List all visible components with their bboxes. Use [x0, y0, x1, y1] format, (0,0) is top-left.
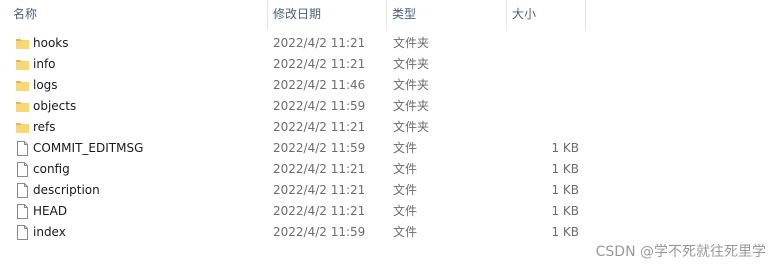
file-name: index — [33, 225, 66, 239]
file-icon — [15, 162, 30, 177]
file-modified-date: 2022/4/2 11:46 — [273, 78, 366, 92]
file-modified-date: 2022/4/2 11:59 — [273, 141, 366, 155]
file-row[interactable]: refs 2022/4/2 11:21 文件夹 — [0, 117, 780, 138]
column-header-name-label: 名称 — [13, 7, 38, 21]
folder-icon — [15, 36, 30, 51]
file-name: HEAD — [33, 204, 68, 218]
file-type: 文件 — [393, 183, 418, 197]
file-name: description — [33, 183, 100, 197]
file-size — [510, 54, 579, 75]
column-header-size[interactable]: 大小 — [507, 0, 586, 30]
file-row[interactable]: info 2022/4/2 11:21 文件夹 — [0, 54, 780, 75]
file-type: 文件 — [393, 141, 418, 155]
column-header-bar: ^ 名称 修改日期 类型 大小 — [0, 0, 780, 30]
file-size: 1 KB — [551, 204, 579, 218]
folder-icon — [15, 120, 30, 135]
file-name: config — [33, 162, 70, 176]
file-name: COMMIT_EDITMSG — [33, 141, 144, 155]
file-row[interactable]: objects 2022/4/2 11:59 文件夹 — [0, 96, 780, 117]
column-header-date[interactable]: 修改日期 — [268, 0, 387, 30]
file-name: info — [33, 57, 56, 71]
column-header-type-label: 类型 — [392, 7, 417, 21]
file-name: hooks — [33, 36, 69, 50]
file-type: 文件 — [393, 225, 418, 239]
file-icon — [15, 183, 30, 198]
file-row[interactable]: hooks 2022/4/2 11:21 文件夹 — [0, 33, 780, 54]
file-type: 文件 — [393, 204, 418, 218]
file-icon — [15, 141, 30, 156]
file-name: objects — [33, 99, 77, 113]
file-modified-date: 2022/4/2 11:21 — [273, 162, 366, 176]
file-icon — [15, 225, 30, 240]
column-header-date-label: 修改日期 — [273, 7, 322, 21]
watermark: CSDN @学不死就往死里学 — [595, 244, 766, 260]
folder-icon — [15, 99, 30, 114]
file-size: 1 KB — [551, 162, 579, 176]
file-size: 1 KB — [551, 183, 579, 197]
file-row[interactable]: index 2022/4/2 11:59 文件 1 KB — [0, 222, 780, 243]
file-icon — [15, 204, 30, 219]
file-modified-date: 2022/4/2 11:21 — [273, 204, 366, 218]
folder-icon — [15, 78, 30, 93]
file-modified-date: 2022/4/2 11:21 — [273, 120, 366, 134]
column-header-type[interactable]: 类型 — [387, 0, 507, 30]
file-type: 文件夹 — [393, 99, 430, 113]
file-size: 1 KB — [551, 141, 579, 155]
file-modified-date: 2022/4/2 11:59 — [273, 225, 366, 239]
file-name: refs — [33, 120, 56, 134]
file-name: logs — [33, 78, 58, 92]
file-row[interactable]: logs 2022/4/2 11:46 文件夹 — [0, 75, 780, 96]
file-size — [510, 33, 579, 54]
file-size — [510, 75, 579, 96]
file-modified-date: 2022/4/2 11:21 — [273, 183, 366, 197]
column-header-size-label: 大小 — [512, 7, 537, 21]
file-modified-date: 2022/4/2 11:59 — [273, 99, 366, 113]
file-type: 文件夹 — [393, 78, 430, 92]
folder-icon — [15, 57, 30, 72]
file-type: 文件夹 — [393, 120, 430, 134]
file-type: 文件 — [393, 162, 418, 176]
file-row[interactable]: description 2022/4/2 11:21 文件 1 KB — [0, 180, 780, 201]
file-row[interactable]: HEAD 2022/4/2 11:21 文件 1 KB — [0, 201, 780, 222]
file-type: 文件夹 — [393, 57, 430, 71]
file-size: 1 KB — [551, 225, 579, 239]
file-modified-date: 2022/4/2 11:21 — [273, 57, 366, 71]
file-size — [510, 96, 579, 117]
file-row[interactable]: config 2022/4/2 11:21 文件 1 KB — [0, 159, 780, 180]
file-list: hooks 2022/4/2 11:21 文件夹 info 2022/4/2 11:21… — [0, 33, 780, 243]
file-row[interactable]: COMMIT_EDITMSG 2022/4/2 11:59 文件 1 KB — [0, 138, 780, 159]
file-type: 文件夹 — [393, 36, 430, 50]
file-modified-date: 2022/4/2 11:21 — [273, 36, 366, 50]
column-header-name[interactable]: 名称 — [8, 0, 268, 30]
file-size — [510, 117, 579, 138]
